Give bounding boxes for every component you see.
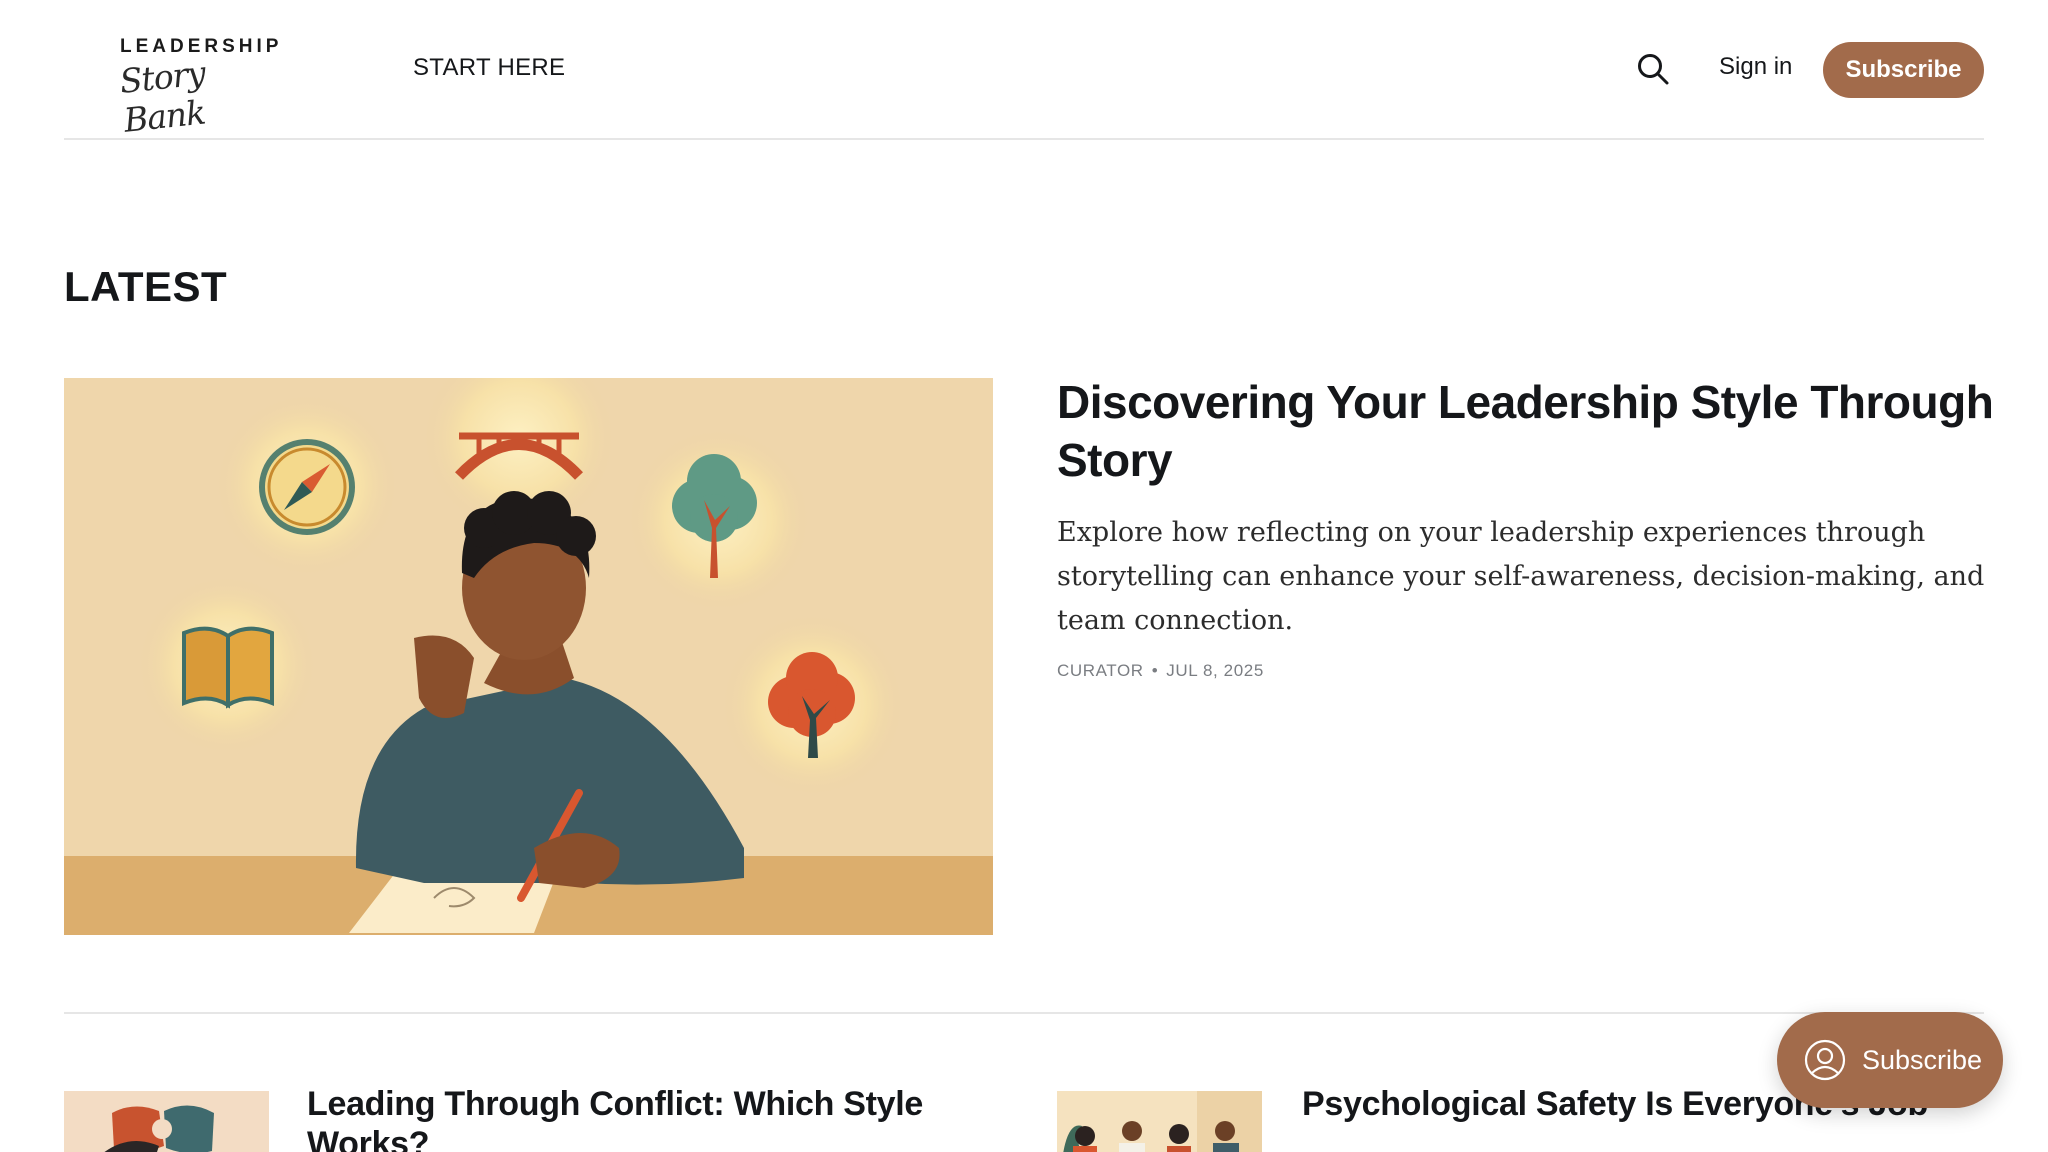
logo-script: Story Bank (117, 53, 207, 140)
hero-title[interactable]: Discovering Your Leadership Style Throug… (1057, 373, 1997, 489)
card-image[interactable] (1057, 1091, 1262, 1152)
meta-separator: • (1151, 661, 1159, 680)
hero-meta: CURATOR • JUL 8, 2025 (1057, 661, 1997, 681)
nav-start-here[interactable]: START HERE (413, 54, 565, 82)
floating-subscribe-button[interactable]: Subscribe (1777, 1012, 2003, 1108)
card-image[interactable] (64, 1091, 269, 1152)
search-icon[interactable] (1636, 52, 1670, 86)
card-title[interactable]: Leading Through Conflict: Which Style Wo… (307, 1084, 947, 1152)
subscribe-button[interactable]: Subscribe (1823, 42, 1984, 98)
user-icon (1804, 1039, 1846, 1081)
signin-link[interactable]: Sign in (1719, 53, 1792, 81)
hero-excerpt: Explore how reflecting on your leadershi… (1057, 517, 1985, 636)
publish-date: JUL 8, 2025 (1166, 661, 1264, 680)
section-title: LATEST (64, 263, 228, 310)
floating-subscribe-label: Subscribe (1862, 1044, 1983, 1075)
hero-image[interactable] (64, 378, 993, 935)
section-divider (64, 1012, 1984, 1014)
hero-article: Discovering Your Leadership Style Throug… (1057, 373, 1997, 681)
site-logo[interactable]: LEADERSHIP Story Bank (118, 32, 280, 140)
author[interactable]: CURATOR (1057, 661, 1144, 680)
site-header: LEADERSHIP Story Bank START HERE Sign in… (64, 0, 1984, 140)
